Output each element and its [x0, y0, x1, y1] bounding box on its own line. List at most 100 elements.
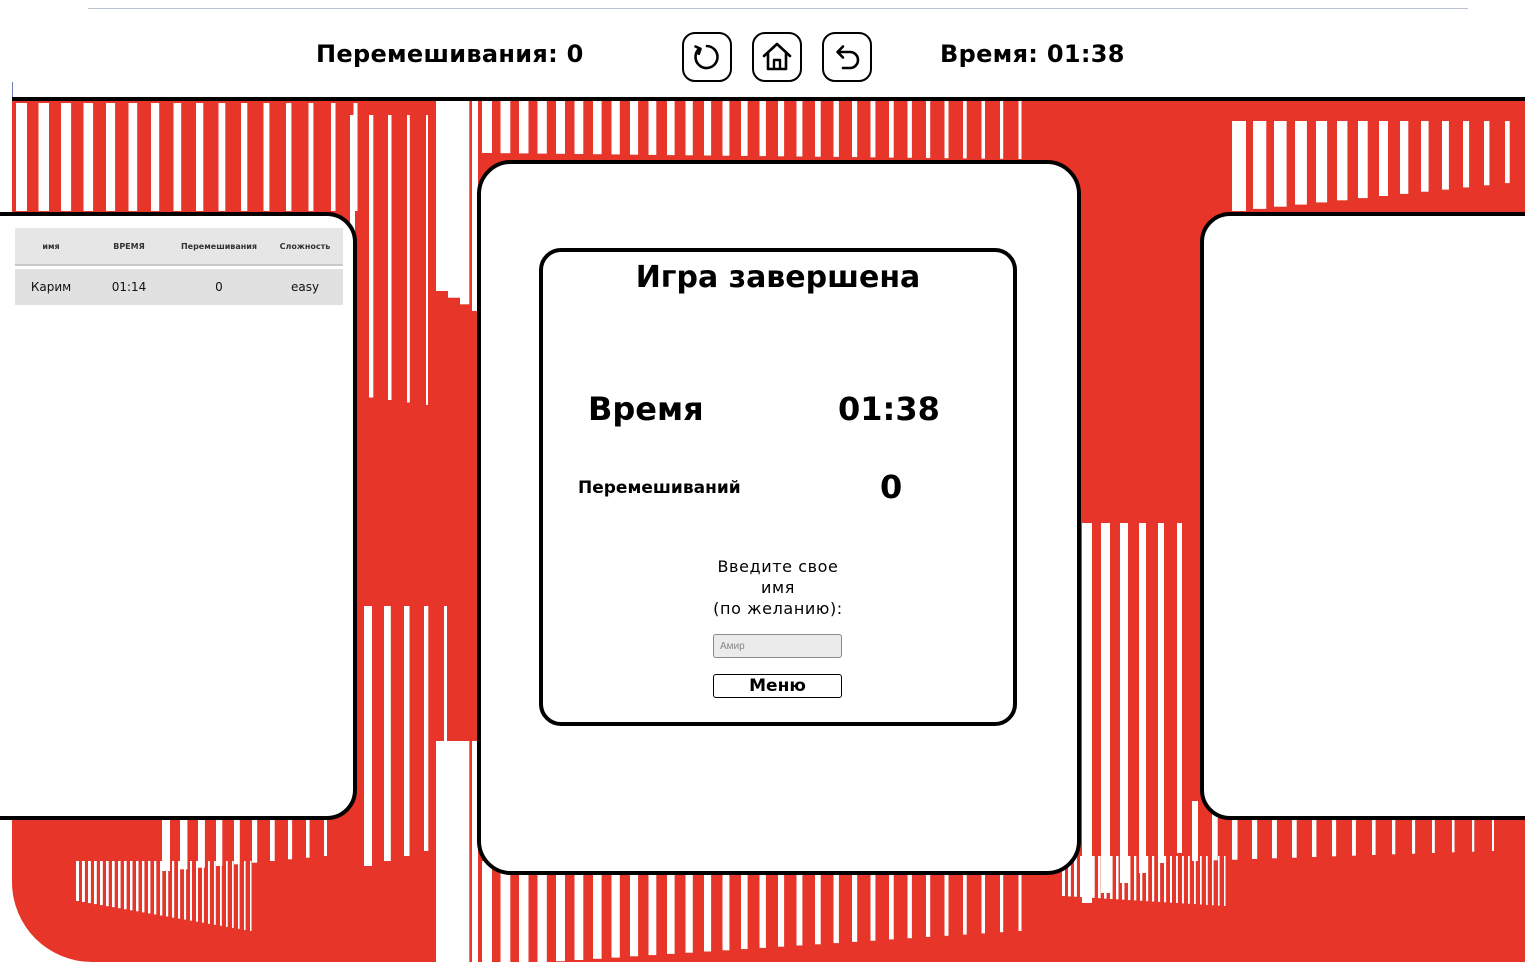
stripe — [482, 861, 492, 962]
stripe — [593, 101, 602, 155]
stripe — [214, 861, 216, 925]
stripe — [778, 101, 785, 157]
stripe — [1158, 523, 1164, 863]
stripe — [1176, 856, 1178, 903]
stripe — [1122, 856, 1125, 900]
column-header-difficulty: Сложность — [279, 241, 331, 251]
restart-button[interactable] — [682, 32, 732, 82]
stripe — [1358, 121, 1368, 199]
stripe — [244, 861, 246, 930]
stripe — [981, 101, 985, 159]
result-shuffles-value: 0 — [880, 468, 903, 506]
stripe — [556, 861, 565, 962]
stripe — [1337, 121, 1348, 201]
stripe — [1082, 523, 1092, 903]
stripe — [151, 103, 160, 211]
home-button[interactable] — [752, 32, 802, 82]
stripe — [1101, 523, 1110, 893]
stripe — [252, 816, 258, 863]
stripe — [519, 861, 529, 962]
stripe — [1484, 121, 1490, 186]
stripe — [100, 861, 103, 906]
stripe — [630, 861, 639, 957]
stripe — [1080, 856, 1083, 898]
stripe — [208, 861, 210, 924]
stripe — [926, 101, 931, 158]
stripe — [196, 861, 198, 922]
stripe — [250, 861, 252, 931]
stripe — [1194, 856, 1196, 905]
stripe — [1170, 856, 1172, 903]
stripe — [202, 861, 204, 923]
stripe — [106, 103, 116, 211]
stripe — [226, 861, 228, 927]
stripe — [369, 115, 374, 398]
stripe — [106, 861, 109, 907]
stripe — [130, 861, 133, 911]
top-bar: Перемешивания: 0 Время: 01:38 — [0, 0, 1525, 98]
stripe — [685, 101, 693, 156]
cell-difficulty: easy — [290, 280, 320, 294]
stripe — [76, 861, 79, 901]
stripe — [324, 816, 327, 856]
cell-shuffles: 0 — [215, 280, 223, 294]
stripe — [238, 861, 240, 929]
stripe — [1232, 121, 1246, 211]
stripe — [142, 861, 145, 913]
stripe — [218, 103, 226, 211]
stripe — [889, 101, 894, 158]
stripe — [128, 103, 138, 211]
stripe — [1442, 121, 1449, 190]
stripe — [38, 103, 49, 211]
column-header-shuffles: Перемешивания — [180, 241, 258, 251]
stripe — [154, 861, 157, 915]
stripe — [1158, 856, 1161, 902]
back-button[interactable] — [822, 32, 872, 82]
stripe — [741, 101, 748, 156]
cell-time: 01:14 — [111, 280, 147, 294]
stripe — [184, 861, 187, 920]
leaderboard-table: имя ВРЕМЯ Перемешивания Сложность Карим … — [15, 228, 343, 305]
stripe — [136, 861, 139, 912]
stripe — [1116, 856, 1119, 900]
stripe — [1018, 101, 1022, 159]
player-name-input[interactable] — [713, 634, 842, 658]
stripe — [963, 101, 967, 159]
stripe — [1212, 856, 1214, 906]
stripe — [61, 103, 72, 211]
table-header: имя ВРЕМЯ Перемешивания Сложность — [15, 228, 343, 266]
stripe — [424, 606, 429, 851]
restart-icon — [694, 44, 719, 70]
column-header-name: имя — [42, 241, 60, 251]
stripe — [172, 861, 175, 918]
stripe — [118, 861, 121, 909]
table-row: Карим 01:14 0 easy — [15, 269, 343, 305]
stripe — [1295, 121, 1307, 205]
stripe — [124, 861, 127, 910]
stripe — [1224, 856, 1226, 906]
result-time-label: Время — [588, 390, 704, 428]
stripe — [178, 861, 181, 919]
stripe — [448, 741, 461, 962]
column-header-time: ВРЕМЯ — [113, 241, 145, 251]
stripe — [667, 101, 675, 156]
stripe — [1000, 101, 1004, 159]
stripe — [196, 103, 204, 211]
stripe — [537, 861, 547, 962]
stripe — [220, 861, 222, 926]
stripe — [364, 606, 372, 866]
menu-button[interactable]: Меню — [713, 674, 842, 698]
stripe — [648, 101, 657, 155]
stripe — [384, 606, 391, 861]
stripe — [1505, 121, 1510, 184]
stripe — [833, 101, 839, 157]
stripe — [574, 861, 584, 960]
time-counter: Время: 01:38 — [940, 40, 1125, 68]
stripe — [388, 115, 392, 400]
stripe — [1177, 523, 1182, 853]
stripe — [1379, 121, 1388, 196]
stripe — [306, 816, 310, 858]
stripe — [190, 861, 192, 921]
undo-arrow-icon — [836, 45, 860, 70]
stripe — [556, 101, 565, 154]
